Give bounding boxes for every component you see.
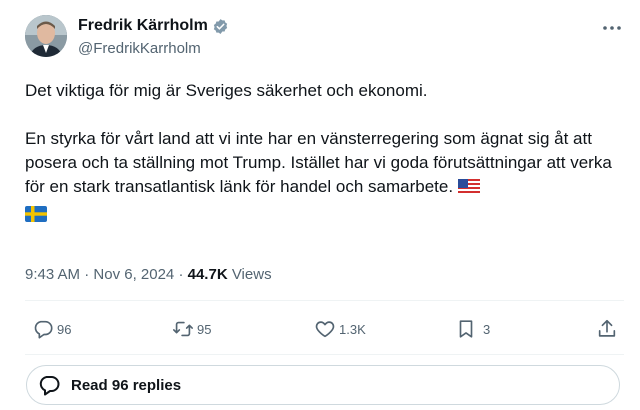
reply-icon [34,320,53,339]
tweet-line-2: En styrka för vårt land att vi inte har … [25,129,617,196]
tweet-date[interactable]: Nov 6, 2024 [93,266,174,283]
author-name-row: Fredrik Kärrholm [78,17,229,35]
sweden-flag-icon [25,205,47,229]
bookmark-count: 3 [483,321,491,337]
verified-badge-icon[interactable] [212,18,229,35]
avatar[interactable] [25,15,67,57]
views-label: Views [231,266,272,283]
divider [25,300,624,301]
reply-button[interactable]: 96 [32,318,71,340]
repost-count: 95 [197,321,212,337]
more-options-icon[interactable] [601,18,623,38]
tweet-line-1: Det viktiga för mig är Sveriges säkerhet… [25,81,428,100]
author-handle[interactable]: @FredrikKarrholm [78,40,201,57]
read-replies-button[interactable]: Read 96 replies [26,365,620,405]
tweet-time[interactable]: 9:43 AM [25,266,80,283]
like-button[interactable]: 1.3K [314,318,366,340]
bookmark-button[interactable]: 3 [455,318,490,340]
divider [25,354,624,355]
repost-icon [173,321,193,337]
reply-bubble-icon [39,376,60,396]
bookmark-icon [459,320,473,338]
like-count: 1.3K [339,321,366,337]
tweet-text: Det viktiga för mig är Sveriges säkerhet… [25,79,615,229]
repost-button[interactable]: 95 [172,318,211,340]
meta-separator: · [178,266,184,283]
reply-count: 96 [57,321,72,337]
tweet-meta: 9:43 AM · Nov 6, 2024 · 44.7K Views [25,266,272,283]
views-count: 44.7K [187,266,228,283]
share-button[interactable] [596,318,618,340]
share-icon [598,319,616,337]
meta-separator: · [84,266,90,283]
author-name[interactable]: Fredrik Kärrholm [78,17,208,35]
read-replies-label: Read 96 replies [71,376,182,394]
us-flag-icon [457,178,480,202]
heart-icon [315,321,335,338]
action-bar: 96 95 1.3K 3 [0,318,640,342]
